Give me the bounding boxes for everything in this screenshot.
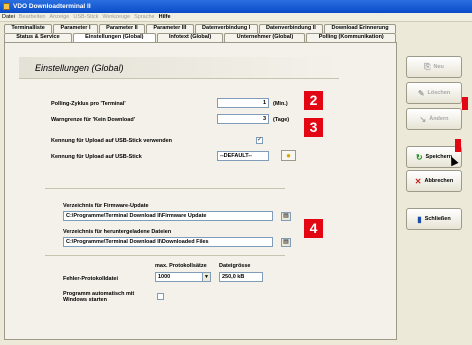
callout-marker: [462, 97, 468, 110]
menu-datei[interactable]: Datei: [2, 14, 15, 20]
tab-infotext-global[interactable]: Infotext (Global): [156, 33, 224, 42]
edit-icon: ↘: [419, 114, 427, 124]
autostart-checkbox[interactable]: [157, 293, 164, 300]
tab-parameter-2[interactable]: Parameter II: [98, 24, 146, 33]
download-dir-label: Verzeichnis für heruntergeladene Dateien: [63, 229, 172, 235]
filesize-header: Dateigrösse: [219, 263, 251, 269]
window-title: VDO Downloadterminal II: [13, 3, 91, 10]
delete-button-label: Löschen: [427, 90, 451, 96]
panel-title: Einstellungen (Global): [19, 57, 339, 79]
tab-status-service[interactable]: Status & Service: [4, 33, 72, 42]
divider-2: [45, 255, 285, 256]
autostart-label: Programm automatisch mit Windows starten: [63, 291, 135, 303]
menu-usb-stick[interactable]: USB-Stick: [73, 14, 98, 20]
filesize-value: 250,0 kB: [219, 272, 263, 282]
tab-einstellungen-global[interactable]: Einstellungen (Global): [72, 33, 156, 42]
menu-bar: Datei Bearbeiten Anzeige USB-Stick Werkz…: [0, 13, 472, 22]
new-button[interactable]: ⎘ Neu: [406, 56, 462, 78]
delete-icon: ✎: [417, 88, 425, 98]
tab-strip: Terminalliste Parameter I Parameter II P…: [4, 24, 397, 42]
log-file-label: Fehler-Protokolldatei: [63, 276, 119, 282]
close-button-label: Schließen: [424, 216, 451, 222]
max-logs-value: 1000: [158, 274, 171, 280]
menu-bearbeiten[interactable]: Bearbeiten: [19, 14, 46, 20]
new-icon: ⎘: [424, 62, 431, 71]
folder-browse-icon[interactable]: ▤: [281, 212, 291, 221]
edit-button-label: Ändern: [429, 116, 449, 122]
warn-label: Warngrenze für 'Kein Download': [51, 117, 135, 123]
cancel-button[interactable]: ✕ Abbrechen: [406, 170, 462, 192]
warn-input[interactable]: 3: [217, 114, 269, 124]
polling-unit: (Min.): [273, 101, 288, 107]
cancel-icon: ✕: [414, 176, 422, 186]
edit-button[interactable]: ↘ Ändern: [406, 108, 462, 130]
callout-marker-2: [455, 139, 461, 152]
tab-datenverbindung-2[interactable]: Datenverbindung II: [258, 24, 324, 33]
title-bar: VDO Downloadterminal II: [0, 0, 472, 13]
usb-id-label: Kennung für Upload auf USB-Stick: [51, 154, 142, 160]
action-sidebar: ⎘ Neu ✎ Löschen ↘ Ändern ↻ Speichern ✕ A…: [400, 42, 468, 340]
lightbulb-icon[interactable]: ●: [281, 150, 296, 161]
divider: [45, 188, 285, 189]
tab-unternehmer-global[interactable]: Unternehmer (Global): [224, 33, 306, 42]
tab-polling-kommunikation[interactable]: Polling (Kommunikation): [306, 33, 397, 42]
callout-badge-4: 4: [304, 219, 323, 238]
menu-anzeige[interactable]: Anzeige: [49, 14, 69, 20]
tab-row-1: Terminalliste Parameter I Parameter II P…: [4, 24, 396, 33]
chevron-down-icon: ▼: [202, 273, 210, 281]
callout-badge-2: 2: [304, 91, 323, 110]
check-mark-icon: ✓: [257, 137, 263, 143]
delete-button[interactable]: ✎ Löschen: [406, 82, 462, 104]
tab-row-2: Status & Service Einstellungen (Global) …: [4, 33, 397, 42]
max-logs-select[interactable]: 1000 ▼: [155, 272, 211, 282]
warn-unit: (Tage): [273, 117, 290, 123]
close-button[interactable]: ▮ Schließen: [406, 208, 462, 230]
firmware-label: Verzeichnis für Firmware-Update: [63, 203, 149, 209]
tab-parameter-1[interactable]: Parameter I: [53, 24, 98, 33]
usb-check-checkbox[interactable]: ✓: [256, 137, 263, 144]
folder-browse-icon-2[interactable]: ▤: [281, 238, 291, 247]
tab-parameter-3[interactable]: Parameter III: [146, 24, 194, 33]
tab-download-erinnerung[interactable]: Download Erinnerung: [324, 24, 396, 33]
download-path-input[interactable]: C:\Programme\Terminal Download II\Downlo…: [63, 237, 273, 247]
new-button-label: Neu: [433, 64, 444, 70]
menu-sprache[interactable]: Sprache: [134, 14, 155, 20]
polling-input[interactable]: 1: [217, 98, 269, 108]
max-logs-header: max. Protokollsätze: [155, 263, 207, 269]
app-icon: [3, 3, 10, 10]
close-door-icon: ▮: [417, 214, 422, 224]
menu-werkzeuge[interactable]: Werkzeuge: [102, 14, 130, 20]
callout-badge-3: 3: [304, 118, 323, 137]
tab-datenverbindung-1[interactable]: Datenverbindung I: [194, 24, 258, 33]
polling-label: Polling-Zyklus pro 'Terminal': [51, 101, 126, 107]
usb-check-label: Kennung für Upload auf USB-Stick verwend…: [51, 138, 173, 144]
cancel-button-label: Abbrechen: [424, 178, 454, 184]
menu-hilfe[interactable]: Hilfe: [159, 14, 171, 20]
save-icon: ↻: [415, 152, 423, 162]
tab-terminalliste[interactable]: Terminalliste: [4, 24, 53, 33]
usb-id-input[interactable]: --DEFAULT--: [217, 151, 269, 161]
settings-panel: Einstellungen (Global) Polling-Zyklus pr…: [4, 42, 397, 340]
firmware-path-input[interactable]: C:\Programme\Terminal Download II\Firmwa…: [63, 211, 273, 221]
